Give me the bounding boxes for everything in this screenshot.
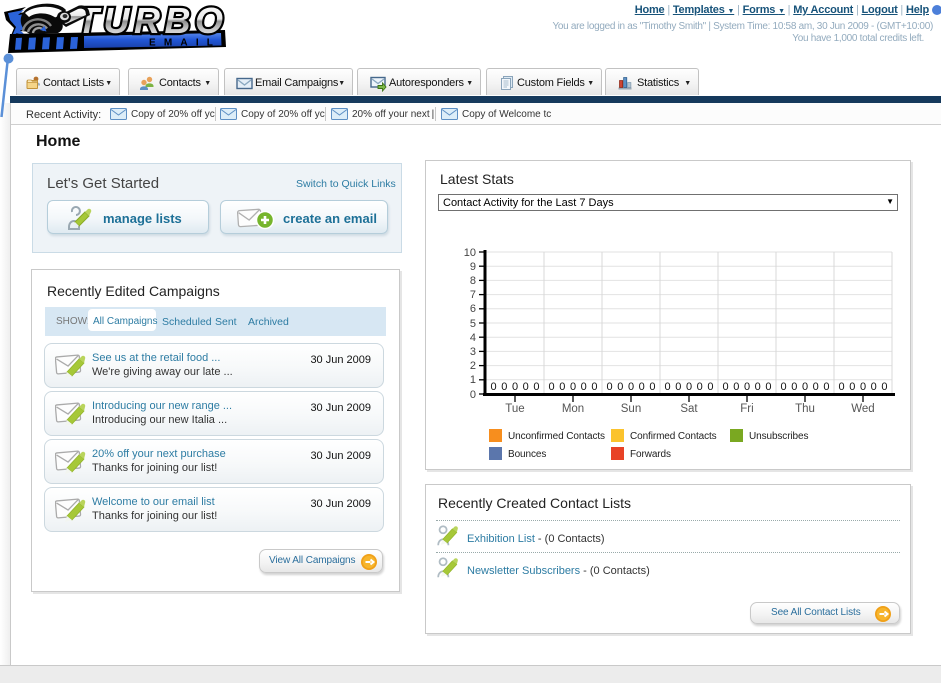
svg-text:0: 0: [665, 381, 671, 393]
svg-text:0: 0: [839, 381, 845, 393]
svg-text:6: 6: [470, 303, 476, 315]
svg-text:0: 0: [860, 381, 866, 393]
svg-text:Bounces: Bounces: [508, 449, 546, 460]
svg-text:0: 0: [675, 381, 681, 393]
svg-text:0: 0: [686, 381, 692, 393]
svg-text:Tue: Tue: [505, 403, 524, 415]
svg-text:Mon: Mon: [562, 403, 584, 415]
svg-text:0: 0: [591, 381, 597, 393]
svg-text:10: 10: [464, 247, 476, 259]
svg-text:7: 7: [470, 289, 476, 301]
svg-text:0: 0: [781, 381, 787, 393]
svg-text:0: 0: [723, 381, 729, 393]
svg-text:0: 0: [523, 381, 529, 393]
svg-text:0: 0: [607, 381, 613, 393]
svg-text:0: 0: [791, 381, 797, 393]
svg-text:0: 0: [581, 381, 587, 393]
svg-text:0: 0: [707, 381, 713, 393]
svg-text:0: 0: [802, 381, 808, 393]
svg-text:TURBO: TURBO: [77, 0, 228, 41]
svg-text:0: 0: [470, 389, 476, 401]
svg-text:0: 0: [733, 381, 739, 393]
svg-text:0: 0: [501, 381, 507, 393]
svg-text:Unsubscribes: Unsubscribes: [749, 431, 808, 442]
svg-text:9: 9: [470, 261, 476, 273]
svg-text:0: 0: [512, 381, 518, 393]
svg-text:3: 3: [470, 346, 476, 358]
svg-text:0: 0: [823, 381, 829, 393]
svg-text:Sat: Sat: [680, 403, 698, 415]
svg-text:Sun: Sun: [621, 403, 641, 415]
svg-text:0: 0: [617, 381, 623, 393]
svg-text:0: 0: [570, 381, 576, 393]
svg-text:0: 0: [871, 381, 877, 393]
svg-text:4: 4: [470, 332, 476, 344]
svg-text:0: 0: [765, 381, 771, 393]
svg-text:0: 0: [628, 381, 634, 393]
svg-text:Wed: Wed: [851, 403, 874, 415]
svg-text:Confirmed Contacts: Confirmed Contacts: [630, 431, 717, 442]
svg-text:5: 5: [470, 318, 476, 330]
svg-text:0: 0: [491, 381, 497, 393]
svg-text:Fri: Fri: [740, 403, 753, 415]
svg-text:0: 0: [849, 381, 855, 393]
svg-text:2: 2: [470, 360, 476, 372]
svg-text:0: 0: [813, 381, 819, 393]
svg-text:0: 0: [549, 381, 555, 393]
svg-text:0: 0: [881, 381, 887, 393]
svg-text:1: 1: [470, 374, 476, 386]
svg-text:0: 0: [744, 381, 750, 393]
svg-text:Thu: Thu: [795, 403, 815, 415]
svg-text:Unconfirmed Contacts: Unconfirmed Contacts: [508, 431, 605, 442]
svg-text:0: 0: [755, 381, 761, 393]
svg-text:0: 0: [559, 381, 565, 393]
svg-text:8: 8: [470, 275, 476, 287]
svg-text:Forwards: Forwards: [630, 449, 671, 460]
svg-text:0: 0: [533, 381, 539, 393]
svg-text:0: 0: [697, 381, 703, 393]
svg-text:0: 0: [639, 381, 645, 393]
svg-text:0: 0: [649, 381, 655, 393]
